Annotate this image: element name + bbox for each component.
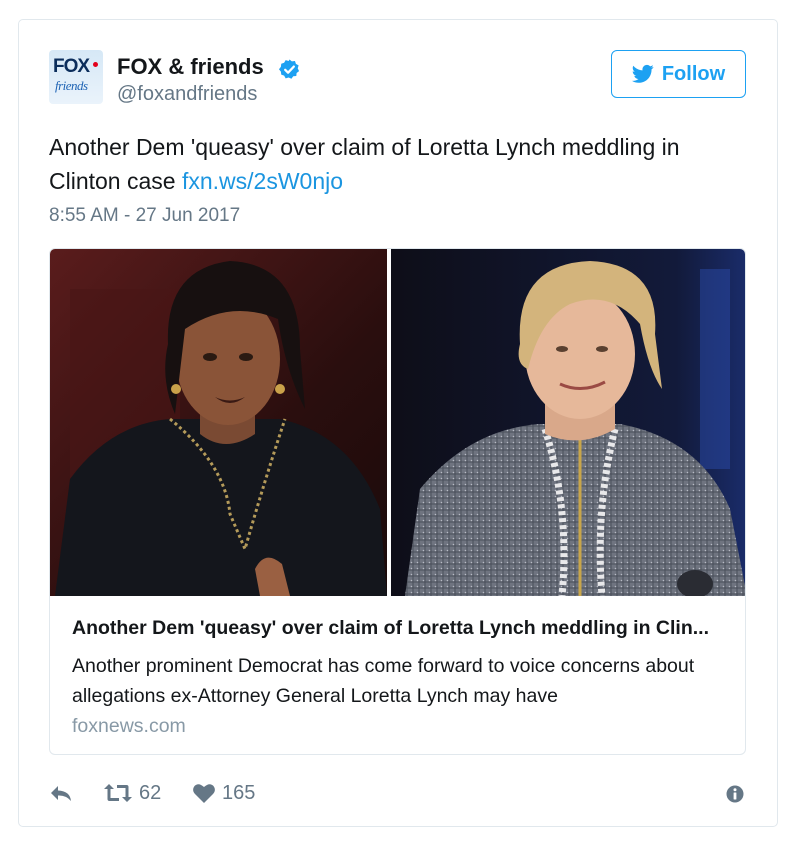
tweet-actions: 62 165 bbox=[49, 778, 749, 808]
avatar-logo-subtext: friends bbox=[55, 78, 88, 93]
display-name[interactable]: FOX & friends bbox=[117, 54, 264, 80]
tweet-timestamp[interactable]: 8:55 AM - 27 Jun 2017 bbox=[49, 205, 240, 227]
verified-badge-icon bbox=[278, 59, 300, 79]
like-button[interactable]: 165 bbox=[192, 778, 255, 808]
twitter-bird-icon bbox=[631, 64, 654, 83]
follow-button[interactable]: Follow bbox=[611, 50, 746, 98]
card-image bbox=[50, 249, 745, 596]
card-description: Another prominent Democrat has come forw… bbox=[72, 655, 695, 707]
tweet-text: Another Dem 'queasy' over claim of Loret… bbox=[49, 130, 749, 198]
retweet-icon bbox=[104, 784, 132, 802]
user-handle[interactable]: @foxandfriends bbox=[117, 83, 257, 106]
retweet-button[interactable]: 62 bbox=[103, 778, 161, 808]
like-count: 165 bbox=[222, 781, 256, 804]
card-domain: foxnews.com bbox=[72, 715, 186, 737]
avatar-logo-dot bbox=[93, 62, 98, 67]
link-preview-card[interactable]: Another Dem 'queasy' over claim of Loret… bbox=[49, 248, 746, 755]
retweet-count: 62 bbox=[139, 781, 162, 804]
follow-label: Follow bbox=[661, 62, 726, 85]
reply-button[interactable] bbox=[49, 778, 73, 808]
avatar[interactable]: FOX friends bbox=[49, 50, 103, 104]
card-photo bbox=[50, 249, 745, 596]
tweet-link[interactable]: fxn.ws/2sW0njo bbox=[182, 168, 343, 194]
tweet-body: Another Dem 'queasy' over claim of Loret… bbox=[49, 134, 680, 194]
card-title: Another Dem 'queasy' over claim of Loret… bbox=[72, 617, 709, 639]
reply-icon bbox=[51, 786, 71, 801]
avatar-logo-text: FOX bbox=[53, 56, 90, 77]
heart-icon bbox=[193, 784, 215, 803]
tweet-card: FOX friends FOX & friends @foxandfriends… bbox=[18, 19, 778, 827]
info-icon[interactable] bbox=[725, 784, 745, 804]
